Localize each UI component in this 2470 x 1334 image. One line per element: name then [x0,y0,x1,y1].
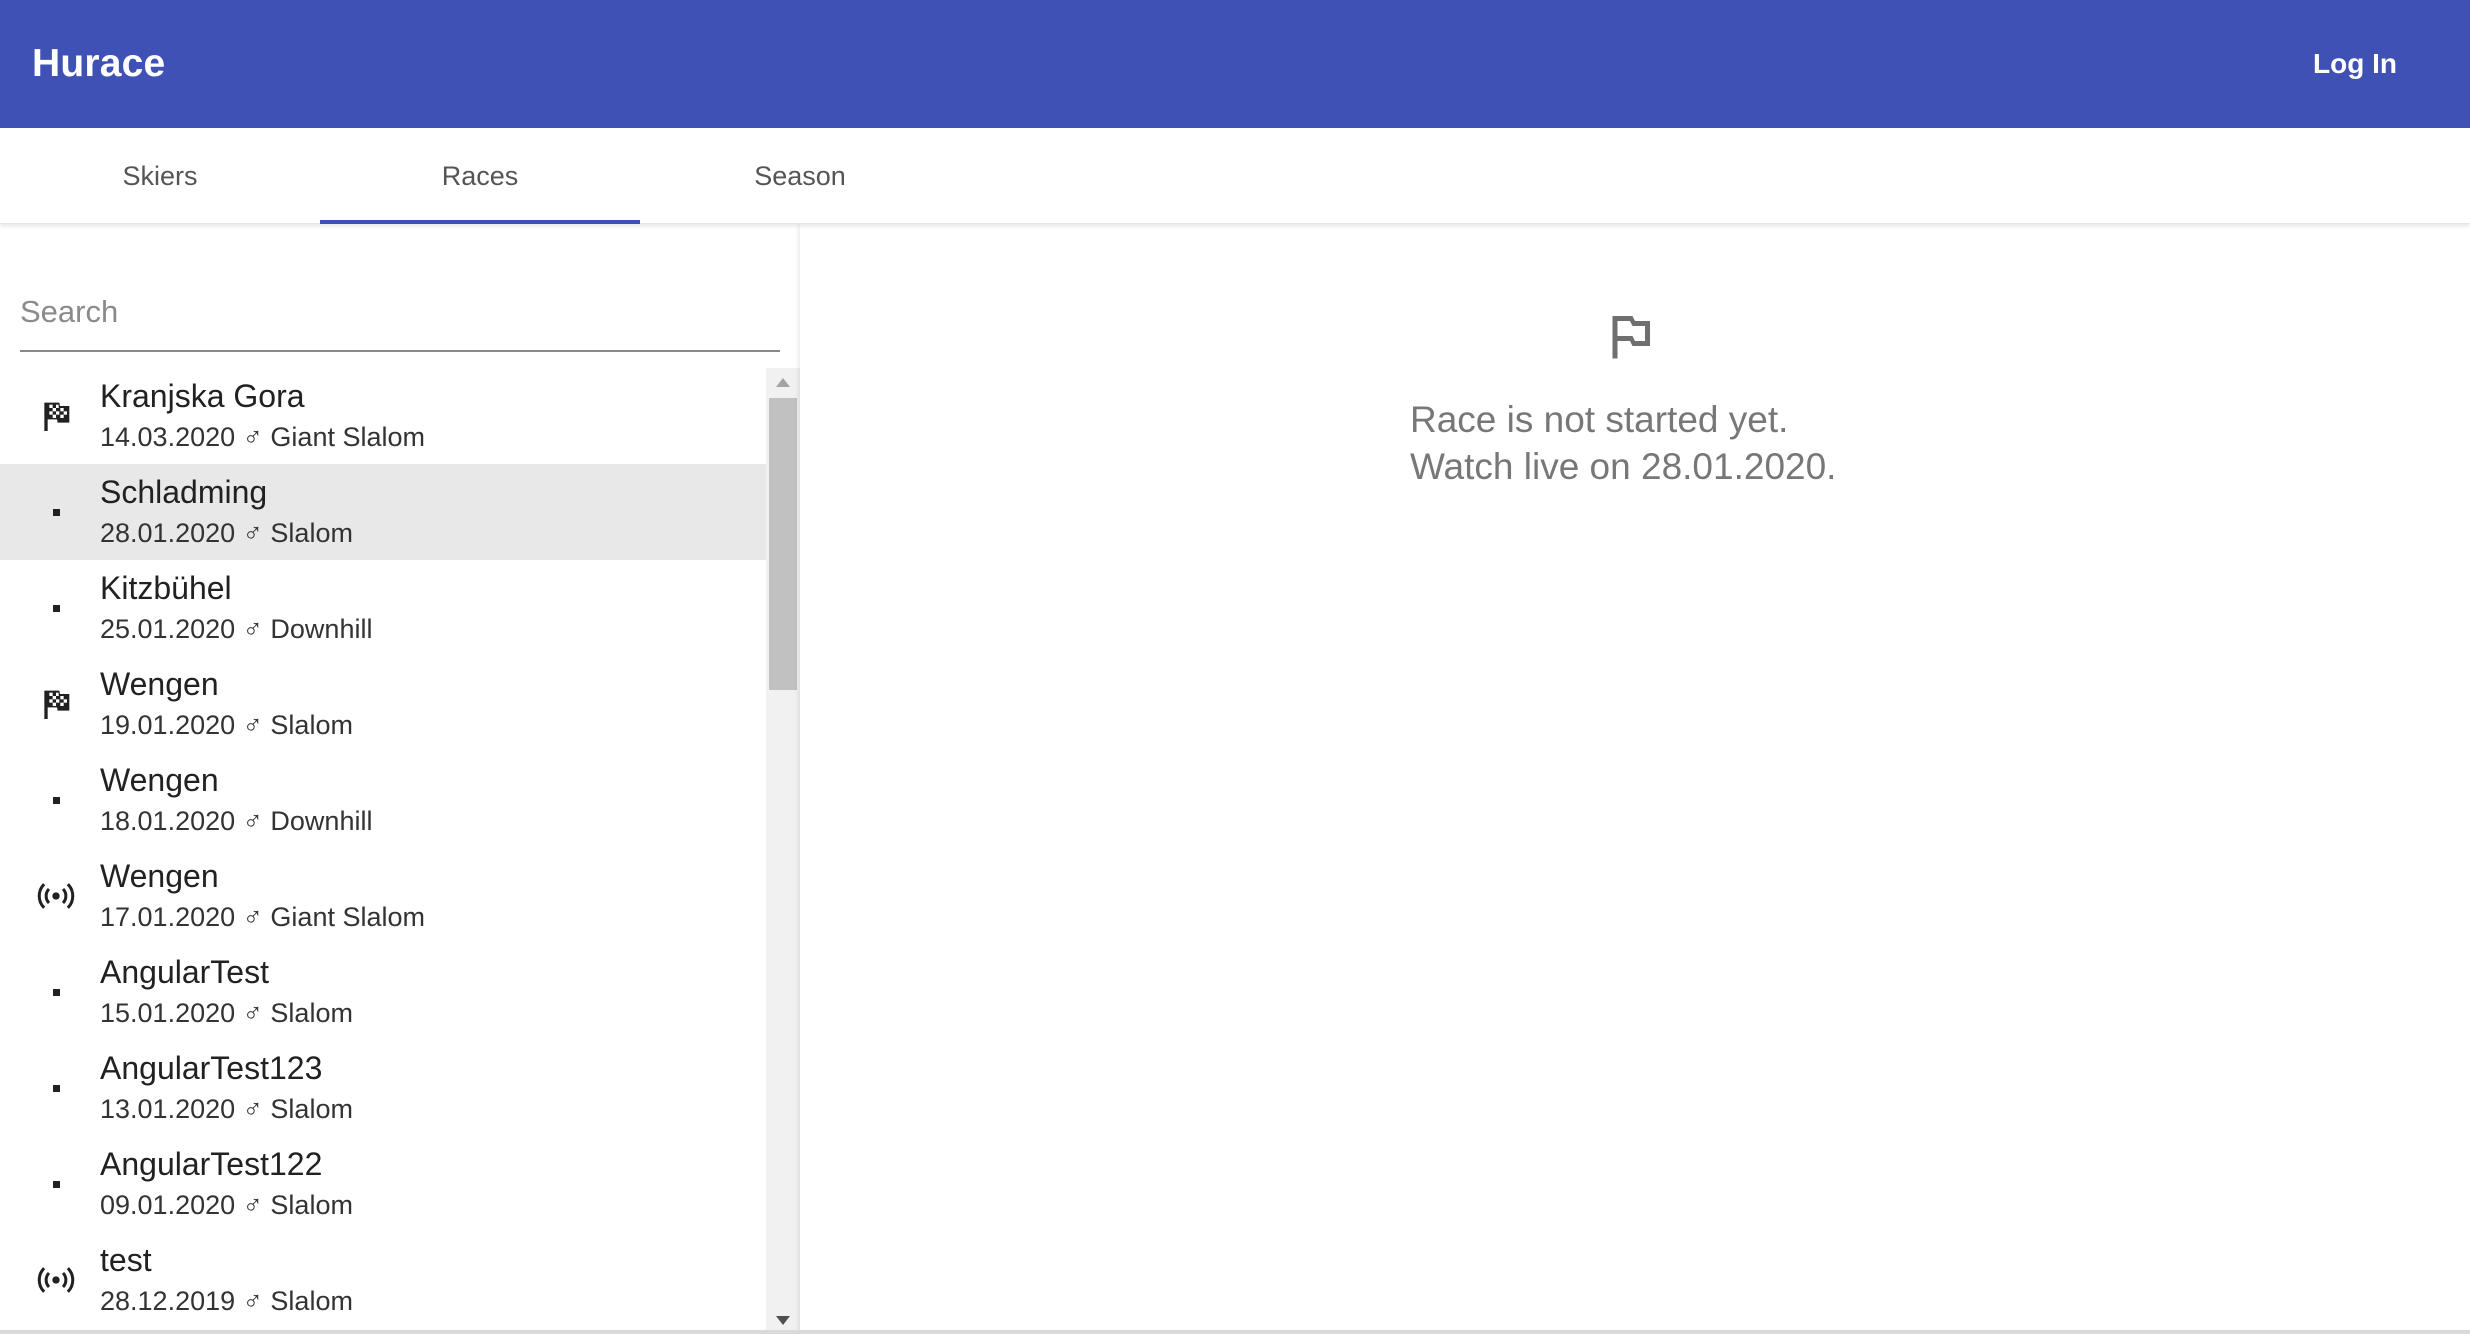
dot-icon [30,778,82,822]
status-line-2: Watch live on 28.01.2020. [1410,446,1837,487]
race-name: AngularTest122 [100,1146,323,1182]
scrollbar-thumb[interactable] [769,398,797,690]
search-input[interactable] [20,282,780,342]
checkered-flag-icon [30,682,82,726]
race-date: 17.01.2020 [100,902,236,932]
race-name: test [100,1242,152,1278]
male-gender-icon: ♂ [242,1190,263,1220]
race-meta: 09.01.2020 ♂ Slalom [100,1190,353,1221]
tab-races[interactable]: Races [320,128,640,224]
race-date: 25.01.2020 [100,614,236,644]
live-broadcast-icon [30,874,82,918]
race-meta: 19.01.2020 ♂ Slalom [100,710,353,741]
race-meta: 28.12.2019 ♂ Slalom [100,1286,353,1317]
male-gender-icon: ♂ [242,518,263,548]
app-title: Huracе [32,42,166,85]
race-detail-panel: Race is not started yet. Watch live on 2… [800,224,2470,1334]
race-discipline: Slalom [270,710,353,740]
male-gender-icon: ♂ [242,614,263,644]
race-status-message: Race is not started yet. Watch live on 2… [1410,396,1836,490]
race-name: AngularTest [100,954,269,990]
race-date: 09.01.2020 [100,1190,236,1220]
race-name: Schladming [100,474,268,510]
male-gender-icon: ♂ [242,710,263,740]
live-broadcast-icon [30,1258,82,1302]
race-discipline: Slalom [270,1286,353,1316]
race-name: Wengen [100,666,219,702]
race-discipline: Slalom [270,1190,353,1220]
race-list-item[interactable]: Kranjska Gora 14.03.2020 ♂ Giant Slalom [0,368,766,464]
app-bar: Huracе Log In [0,0,2470,128]
race-name: AngularTest123 [100,1050,323,1086]
race-list-item[interactable]: AngularTest123 13.01.2020 ♂ Slalom [0,1040,766,1136]
race-sidebar: Kranjska Gora14.03.2020 ♂ Giant SlalomSc… [0,224,800,1334]
dot-icon [30,1066,82,1110]
race-list-item[interactable]: Schladming 28.01.2020 ♂ Slalom [0,464,766,560]
status-line-1: Race is not started yet. [1410,399,1789,440]
app-root: Huracе Log In Skiers Races Season Kranjs… [0,0,2470,1334]
race-list-item[interactable]: AngularTest122 09.01.2020 ♂ Slalom [0,1136,766,1232]
race-date: 28.01.2020 [100,518,236,548]
male-gender-icon: ♂ [242,998,263,1028]
race-list-item[interactable]: AngularTest 15.01.2020 ♂ Slalom [0,944,766,1040]
race-date: 15.01.2020 [100,998,236,1028]
dot-icon [30,970,82,1014]
race-discipline: Downhill [270,614,373,644]
race-list: Kranjska Gora 14.03.2020 ♂ Giant Slalom Sc… [0,368,766,1334]
race-meta: 14.03.2020 ♂ Giant Slalom [100,422,425,453]
race-date: 14.03.2020 [100,422,236,452]
race-name: Wengen [100,762,219,798]
race-meta: 13.01.2020 ♂ Slalom [100,1094,353,1125]
male-gender-icon: ♂ [242,1286,263,1316]
tab-bar: Skiers Races Season [0,128,2470,224]
race-discipline: Slalom [270,998,353,1028]
race-name: Kitzbühel [100,570,232,606]
race-meta: 17.01.2020 ♂ Giant Slalom [100,902,425,933]
race-discipline: Slalom [270,1094,353,1124]
scroll-down-arrow-icon[interactable] [766,1308,800,1332]
race-date: 13.01.2020 [100,1094,236,1124]
race-list-item[interactable]: Kitzbühel 25.01.2020 ♂ Downhill [0,560,766,656]
race-discipline: Downhill [270,806,373,836]
race-discipline: Slalom [270,518,353,548]
male-gender-icon: ♂ [242,422,263,452]
race-date: 28.12.2019 [100,1286,236,1316]
race-date: 18.01.2020 [100,806,236,836]
race-meta: 15.01.2020 ♂ Slalom [100,998,353,1029]
dot-icon [30,1162,82,1206]
tab-skiers[interactable]: Skiers [0,128,320,224]
race-discipline: Giant Slalom [270,902,425,932]
race-list-item[interactable]: Wengen 17.01.2020 ♂ Giant Slalom [0,848,766,944]
scroll-up-arrow-icon[interactable] [766,370,800,394]
race-meta: 25.01.2020 ♂ Downhill [100,614,372,645]
race-meta: 18.01.2020 ♂ Downhill [100,806,372,837]
checkered-flag-icon [30,394,82,438]
login-button[interactable]: Log In [2305,36,2405,92]
male-gender-icon: ♂ [242,1094,263,1124]
tab-season[interactable]: Season [640,128,960,224]
bottom-edge [0,1330,2470,1334]
male-gender-icon: ♂ [242,806,263,836]
race-date: 19.01.2020 [100,710,236,740]
race-discipline: Giant Slalom [270,422,425,452]
list-scrollbar[interactable] [766,368,800,1334]
race-name: Wengen [100,858,219,894]
search-field [20,274,780,352]
race-name: Kranjska Gora [100,378,305,414]
race-meta: 28.01.2020 ♂ Slalom [100,518,353,549]
outlined-flag-icon [1612,316,1650,359]
race-list-item[interactable]: Wengen 19.01.2020 ♂ Slalom [0,656,766,752]
male-gender-icon: ♂ [242,902,263,932]
dot-icon [30,586,82,630]
race-list-item[interactable]: test 28.12.2019 ♂ Slalom [0,1232,766,1328]
race-list-item[interactable]: Wengen 18.01.2020 ♂ Downhill [0,752,766,848]
dot-icon [30,490,82,534]
